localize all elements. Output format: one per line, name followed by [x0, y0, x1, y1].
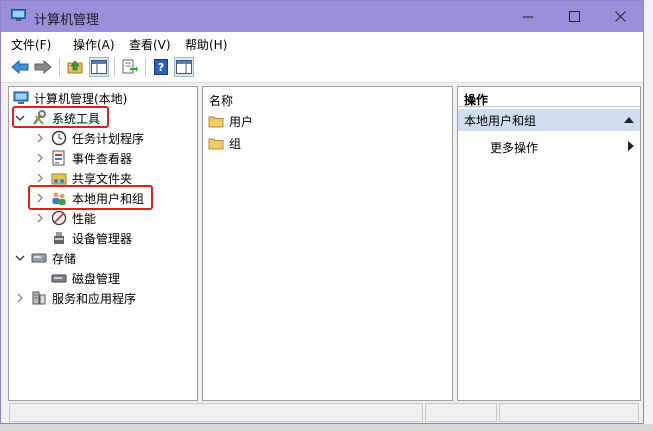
tree-item-task-scheduler[interactable]: 任务计划程序 [35, 128, 144, 148]
device-manager-icon [54, 232, 64, 244]
chevron-right-icon[interactable] [35, 213, 45, 223]
actions-pane: 操作 本地用户和组 更多操作 [457, 86, 641, 401]
list-item-users[interactable]: 用户 [208, 112, 253, 130]
minimize-icon [522, 16, 533, 18]
list-item-label: 组 [229, 136, 242, 151]
maximize-icon [568, 11, 580, 22]
tree-item-disk-management[interactable]: 磁盘管理 [51, 268, 120, 288]
minimize-button[interactable] [505, 1, 551, 32]
tree-item-services-apps[interactable]: 服务和应用程序 [15, 288, 136, 308]
console-tree-pane[interactable]: 计算机管理(本地) 系统工具 任务计划程序 事件查看器 共享文件夹 本地用户和组 [8, 86, 198, 401]
chevron-down-icon[interactable] [15, 253, 25, 263]
toolbar: ? [1, 54, 643, 83]
status-bar [9, 403, 639, 423]
svg-text:?: ? [158, 61, 164, 74]
toolbar-separator [145, 58, 146, 76]
menu-help[interactable]: 帮助(H) [185, 36, 227, 53]
tree-item-label: 共享文件夹 [72, 171, 133, 186]
back-button[interactable] [10, 57, 30, 77]
services-icon [32, 291, 46, 305]
highlight-box-local-users-groups [28, 185, 153, 210]
tree-item-label: 服务和应用程序 [52, 291, 137, 306]
chevron-right-icon[interactable] [35, 133, 45, 143]
close-button[interactable] [597, 1, 643, 32]
back-arrow-icon [11, 60, 29, 74]
submenu-arrow-icon [628, 141, 634, 151]
actions-header: 操作 [458, 87, 640, 107]
forward-button[interactable] [33, 57, 53, 77]
title-bar[interactable]: 计算机管理 [1, 1, 643, 32]
help-button[interactable]: ? [151, 57, 171, 77]
background-window-edge [644, 0, 653, 431]
close-icon [614, 11, 626, 22]
up-folder-icon [67, 60, 83, 74]
column-header-name[interactable]: 名称 [209, 92, 233, 109]
tree-item-device-manager[interactable]: 设备管理器 [51, 228, 132, 248]
export-list-button[interactable] [120, 57, 140, 77]
disk-management-icon [51, 274, 67, 283]
event-viewer-icon [52, 150, 65, 166]
tree-item-event-viewer[interactable]: 事件查看器 [35, 148, 132, 168]
tree-item-root[interactable]: 计算机管理(本地) [13, 88, 127, 108]
chevron-right-icon[interactable] [35, 153, 45, 163]
tree-item-label: 设备管理器 [72, 231, 133, 246]
list-item-label: 用户 [229, 114, 254, 129]
chevron-right-icon[interactable] [35, 173, 45, 183]
folder-icon [208, 138, 224, 150]
status-segment [499, 403, 639, 422]
menu-action[interactable]: 操作(A) [73, 36, 115, 53]
tree-item-storage[interactable]: 存储 [15, 248, 76, 268]
maximize-button[interactable] [551, 1, 597, 32]
help-icon: ? [154, 59, 168, 75]
menu-view[interactable]: 查看(V) [129, 36, 171, 53]
show-hide-tree-icon [91, 60, 107, 74]
computer-management-window: 计算机管理 文件(F) 操作(A) 查看(V) 帮助(H) ? 计算机管理(本地… [0, 0, 644, 424]
properties-button[interactable] [174, 57, 194, 77]
more-actions-label: 更多操作 [490, 141, 539, 155]
tree-item-label: 事件查看器 [72, 151, 133, 166]
tree-item-label: 任务计划程序 [72, 131, 145, 146]
forward-arrow-icon [34, 60, 52, 74]
shared-folder-icon [51, 173, 67, 185]
status-segment [9, 403, 423, 422]
menu-file[interactable]: 文件(F) [11, 36, 51, 53]
actions-section-label: 本地用户和组 [464, 113, 537, 128]
up-button[interactable] [65, 57, 85, 77]
show-hide-tree-button[interactable] [89, 57, 109, 77]
results-list-pane[interactable]: 名称 用户 组 [202, 86, 453, 401]
export-list-icon [122, 59, 138, 74]
tree-item-label: 计算机管理(本地) [34, 91, 128, 106]
tree-item-label: 存储 [52, 251, 77, 266]
tree-item-label: 磁盘管理 [72, 271, 121, 286]
performance-icon [51, 210, 67, 226]
actions-section-local-users-groups[interactable]: 本地用户和组 [458, 109, 640, 131]
chevron-right-icon[interactable] [15, 293, 25, 303]
toolbar-separator [59, 58, 60, 76]
more-actions-item[interactable]: 更多操作 [490, 139, 538, 156]
collapse-triangle-icon[interactable] [624, 116, 634, 124]
highlight-box-system-tools [12, 106, 109, 128]
menu-bar: 文件(F) 操作(A) 查看(V) 帮助(H) [1, 32, 643, 54]
toolbar-separator [114, 58, 115, 76]
clock-icon [51, 130, 67, 146]
tree-item-label: 性能 [72, 211, 97, 226]
folder-icon [208, 116, 224, 128]
list-item-groups[interactable]: 组 [208, 134, 241, 152]
window-title: 计算机管理 [34, 13, 100, 28]
computer-management-icon [13, 91, 29, 104]
computer-management-app-icon [11, 9, 26, 21]
tree-item-performance[interactable]: 性能 [35, 208, 96, 228]
background-taskbar-strip [0, 424, 653, 431]
storage-icon [31, 253, 47, 263]
status-segment [425, 403, 497, 422]
properties-icon [176, 60, 192, 74]
